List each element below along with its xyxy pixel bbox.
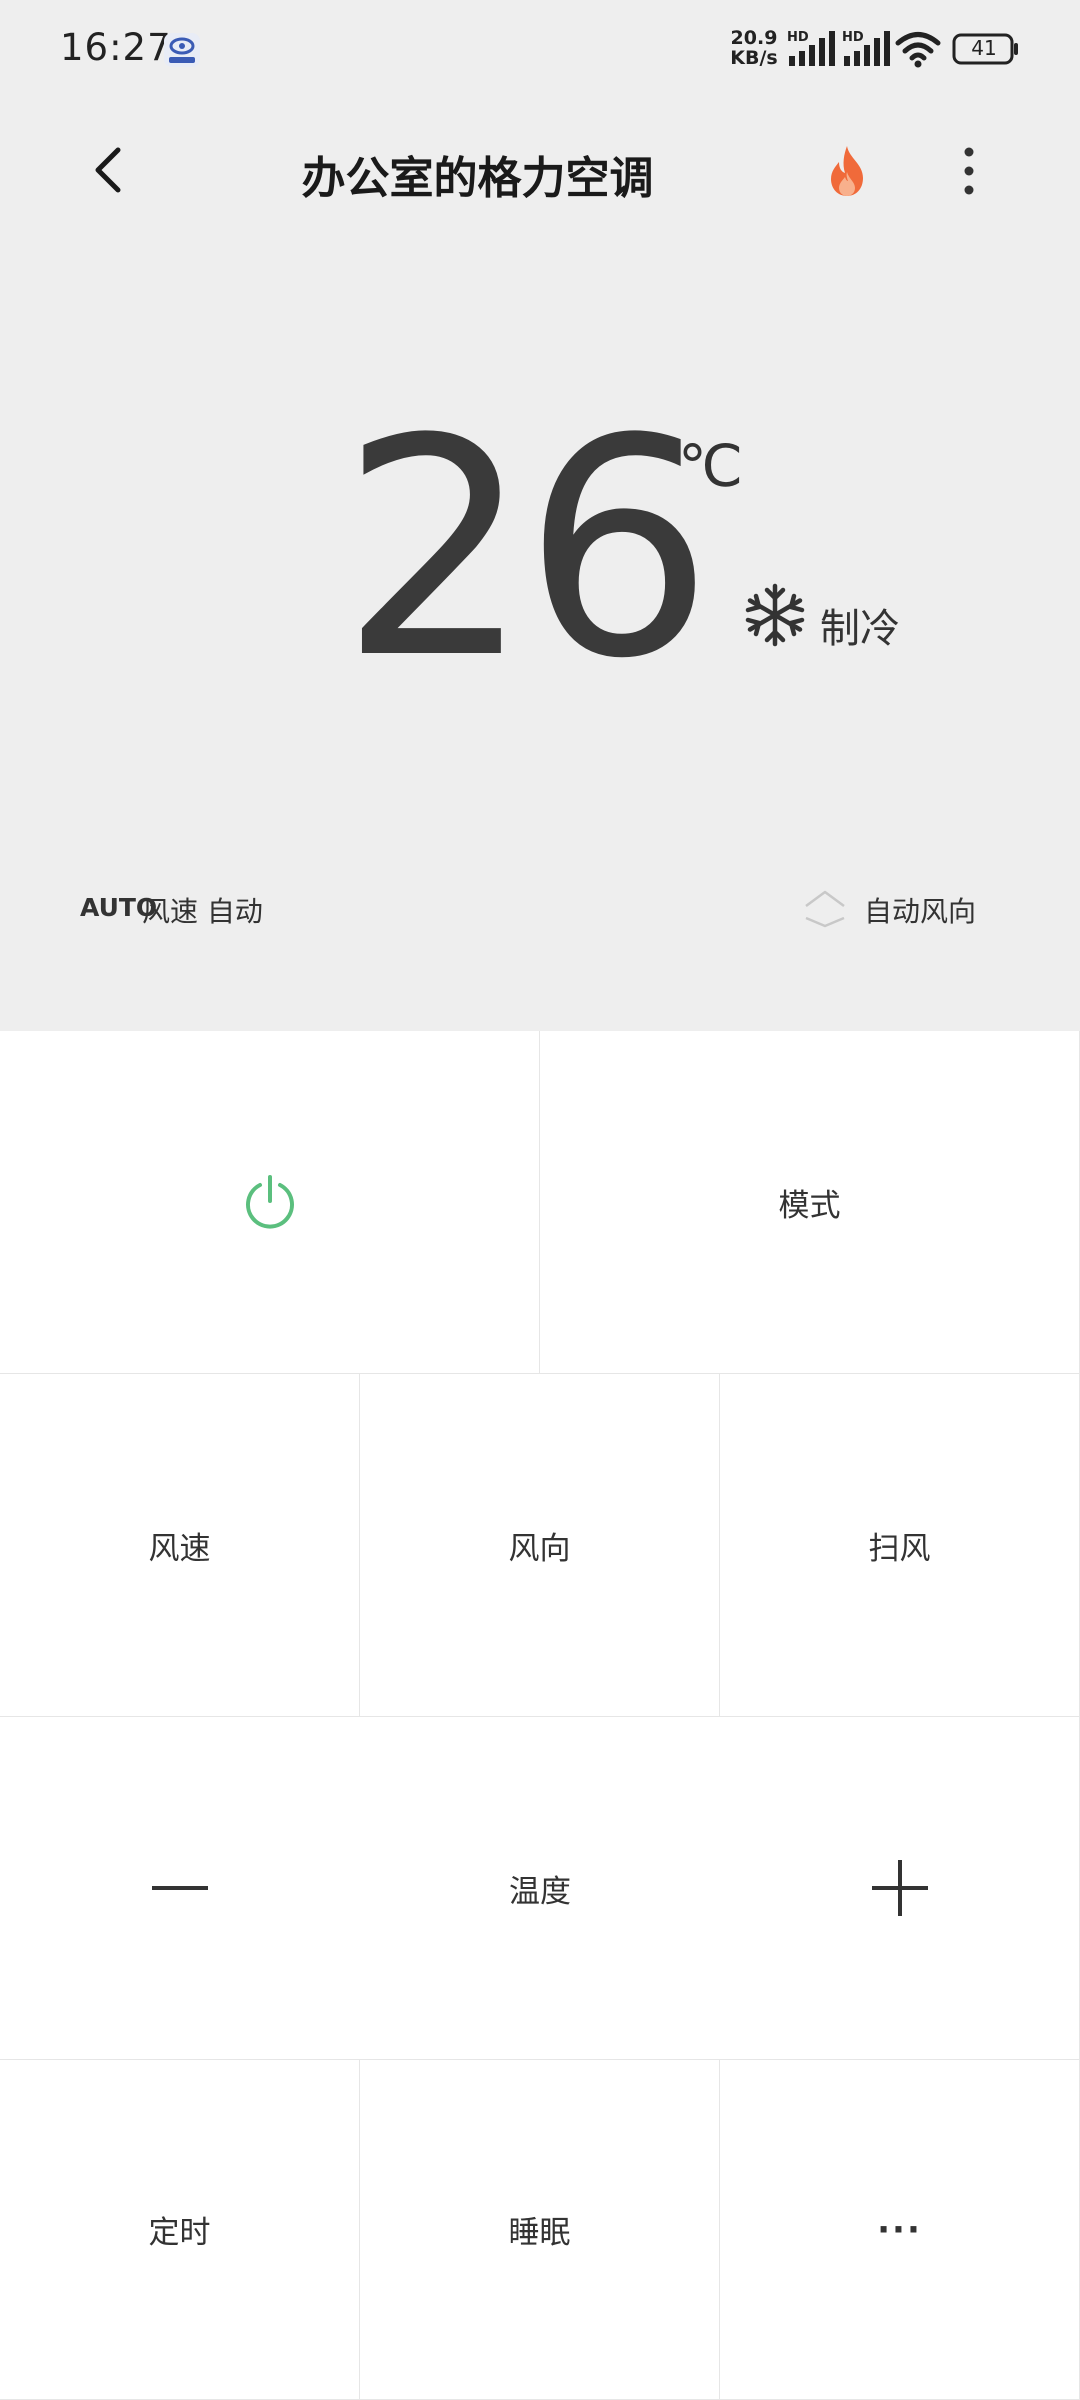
power-icon xyxy=(245,1175,294,1229)
temperature-control-label: 温度 xyxy=(509,1873,571,1910)
sleep-button-label: 睡眠 xyxy=(508,2215,571,2251)
timer-button-label: 定时 xyxy=(148,2215,211,2251)
fan-speed-status: 风速 自动 xyxy=(142,895,263,928)
plus-icon xyxy=(871,1860,928,1916)
app-header: 办公室的格力空调 xyxy=(0,120,1080,220)
temperature-value: 26 xyxy=(340,375,714,724)
timer-button[interactable]: 定时 xyxy=(0,2060,360,2400)
temperature-decrease-button[interactable] xyxy=(0,1717,360,2060)
status-bar: 16:27 20.9 KB/s HD HD 41 xyxy=(0,0,1080,100)
app-notification-icon xyxy=(164,33,200,67)
network-speed-unit: KB/s xyxy=(730,47,778,69)
flame-icon[interactable] xyxy=(818,142,876,200)
swing-direction-icon xyxy=(805,890,845,928)
current-mode-label: 制冷 xyxy=(820,606,900,652)
fan-direction-button-label: 风向 xyxy=(508,1530,571,1567)
fan-speed-button-label: 风速 xyxy=(148,1530,211,1567)
minus-icon xyxy=(152,1886,208,1890)
power-button[interactable] xyxy=(0,1031,540,1374)
sweep-button-label: 扫风 xyxy=(868,1530,931,1567)
fan-speed-button[interactable]: 风速 xyxy=(0,1374,360,1717)
more-vertical-icon[interactable] xyxy=(940,142,998,200)
signal-hd-label: HD xyxy=(842,30,864,45)
battery-level: 41 xyxy=(971,36,997,60)
sweep-button[interactable]: 扫风 xyxy=(720,1374,1080,1717)
temperature-increase-button[interactable] xyxy=(720,1717,1080,2060)
cell-signal-icon: HD xyxy=(842,30,890,66)
back-arrow-icon[interactable] xyxy=(80,140,140,200)
sleep-button[interactable]: 睡眠 xyxy=(360,2060,720,2400)
temperature-label-cell: 温度 xyxy=(360,1717,720,2060)
page-title: 办公室的格力空调 xyxy=(301,153,654,204)
fan-direction-button[interactable]: 风向 xyxy=(360,1374,720,1717)
network-speed: 20.9 KB/s xyxy=(725,28,783,68)
mode-button[interactable]: 模式 xyxy=(540,1031,1080,1374)
status-time: 16:27 xyxy=(60,26,172,69)
cell-signal-icon: HD xyxy=(787,30,835,66)
temperature-unit: ℃ xyxy=(678,432,744,500)
mode-button-label: 模式 xyxy=(778,1187,841,1224)
more-options-button[interactable]: ··· xyxy=(720,2060,1080,2400)
snowflake-icon xyxy=(745,583,805,647)
network-speed-value: 20.9 xyxy=(730,27,778,49)
swing-direction-status: 自动风向 xyxy=(864,895,977,928)
more-options-label: ··· xyxy=(877,2209,922,2250)
wifi-icon xyxy=(895,32,941,68)
signal-hd-label: HD xyxy=(787,30,809,45)
